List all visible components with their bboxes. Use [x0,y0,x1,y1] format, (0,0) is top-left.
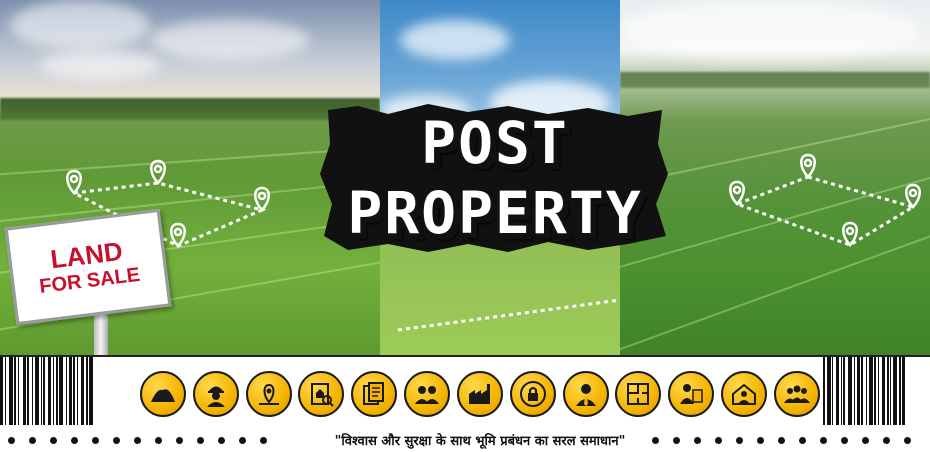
agent-document-icon [668,371,715,417]
land-photo-collage: LAND FOR SALE POST PROPERTY [0,0,930,355]
barcode-graphic-right [823,357,905,425]
land-for-sale-sign: LAND FOR SALE [4,208,172,326]
house-agent-icon [721,371,768,417]
headline-line1: POST [421,109,569,177]
headline-title: POST PROPERTY [320,108,670,248]
barcode-graphic-left [0,357,95,425]
service-icons-row [140,371,820,421]
soil-heap-icon [140,371,186,417]
dot-divider-right [652,437,925,447]
post-property-banner: LAND FOR SALE POST PROPERTY "विश्वास और … [0,0,930,452]
documents-icon [351,371,398,417]
tagline-text: "विश्वास और सुरक्षा के साथ भूमि प्रबंधन … [334,434,626,449]
headline-line2: PROPERTY [347,179,643,247]
floor-plan-icon [615,371,662,417]
factory-icon [456,371,503,417]
team-icon [773,371,820,417]
businessman-icon [562,371,609,417]
dot-divider-left [8,437,281,447]
lock-icon [509,371,556,417]
services-strip: "विश्वास और सुरक्षा के साथ भूमि प्रबंधन … [0,355,930,452]
property-search-icon [298,371,345,417]
map-pin-icon [245,371,292,417]
discussion-icon [404,371,451,417]
construction-worker-icon [192,371,239,417]
